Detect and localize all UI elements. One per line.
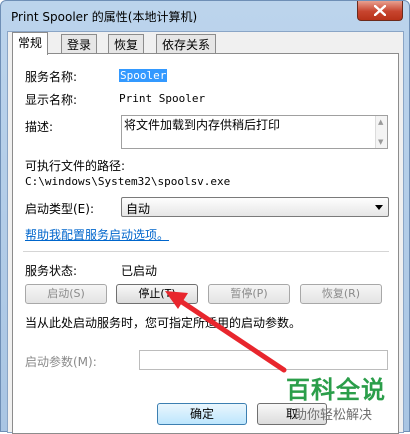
watermark-brand: 百科全说 — [286, 376, 386, 404]
watermark-tagline: 助你轻松解决 — [294, 408, 373, 423]
watermark-logo: 百科全说 助你轻松解决 — [282, 368, 410, 432]
tab-general[interactable]: 常规 — [12, 32, 49, 55]
